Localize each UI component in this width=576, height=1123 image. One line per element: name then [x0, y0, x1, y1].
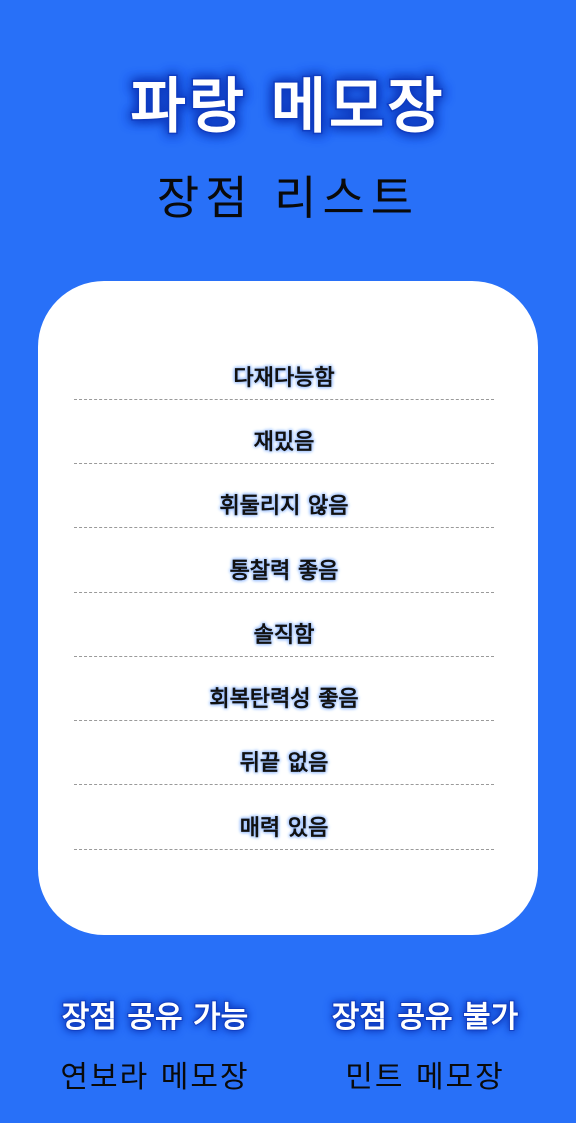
- list-item: 회복탄력성 좋음: [74, 680, 494, 721]
- share-allowed-badge: 장점 공유 가능: [61, 999, 250, 1036]
- page-title: 파랑 메모장: [129, 71, 446, 144]
- lavender-memo-label: 연보라 메모장: [60, 1060, 250, 1095]
- list-item: 통찰력 좋음: [74, 552, 494, 593]
- list-item: 뒤끝 없음: [74, 744, 494, 785]
- list-item: 다재다능함: [74, 359, 494, 400]
- list-item: 솔직함: [74, 616, 494, 657]
- list-item: 매력 있음: [74, 809, 494, 850]
- memo-card: 다재다능함 재밌음 휘둘리지 않음 통찰력 좋음 솔직함 회복탄력성 좋음 뒤끝…: [38, 281, 538, 935]
- mint-memo-label: 민트 메모장: [345, 1060, 505, 1095]
- share-blocked-badge: 장점 공유 불가: [331, 999, 520, 1036]
- list-item: 휘둘리지 않음: [74, 487, 494, 528]
- list-item: 재밌음: [74, 423, 494, 464]
- page-subtitle: 장점 리스트: [156, 171, 420, 225]
